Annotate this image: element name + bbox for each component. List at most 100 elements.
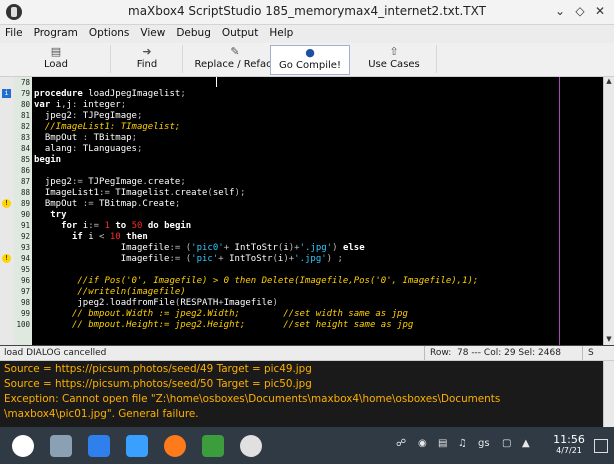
line-number: 80 (0, 100, 32, 110)
code-line: jpeg2:= TJPegImage.create; (44, 177, 186, 187)
code-line: for i:= 1 to 50 do begin (61, 221, 192, 231)
menu-debug[interactable]: Debug (171, 25, 217, 39)
output-scrollbar[interactable] (603, 361, 614, 427)
code-line: Imagefile:= ('pic'+ IntToStr(i)+'.jpg') … (120, 254, 343, 264)
clock[interactable]: 11:56 4/7/21 (549, 433, 589, 455)
code-area[interactable]: procedure loadJpegImagelist; var i,j: int… (32, 77, 604, 345)
code-line: //writeln(imagefile) (77, 287, 186, 297)
menu-view[interactable]: View (135, 25, 171, 39)
code-editor[interactable]: 78 79 i 80 81 82 83 84 85 86 87 88 89! 90 91 92 93 94! 95 9… (0, 77, 614, 346)
code-line: procedure loadJpegImagelist; (34, 89, 186, 99)
line-number-text: 89 (20, 199, 30, 208)
close-icon[interactable]: ✕ (592, 3, 608, 19)
restore-icon[interactable]: ◇ (572, 3, 588, 19)
menu-bar: File Program Options View Debug Output Help (0, 25, 614, 42)
taskbar: ☍ ◉ ▤ ♫ gs ▢ ▲ 11:56 4/7/21 (0, 427, 614, 464)
menu-options[interactable]: Options (84, 25, 136, 39)
line-number: 89! (0, 199, 32, 209)
line-number: 88 (0, 188, 32, 198)
clock-date: 4/7/21 (556, 446, 582, 455)
network-icon[interactable]: ☍ (396, 438, 406, 449)
line-number-text: 99 (20, 309, 30, 318)
chevron-down-icon[interactable]: ⌄ (552, 3, 568, 19)
line-number: 98 (0, 298, 32, 308)
output-line: Source = https://picsum.photos/seed/50 T… (4, 378, 312, 390)
clipboard-icon[interactable]: ▤ (438, 438, 447, 449)
load-icon: ▤ (50, 45, 62, 58)
line-number: 81 (0, 111, 32, 121)
update-icon[interactable]: ◉ (418, 438, 427, 449)
line-number: 94! (0, 254, 32, 264)
status-message: load DIALOG cancelled (4, 348, 107, 358)
code-line: if i < 10 then (71, 232, 148, 242)
line-number: 92 (0, 232, 32, 242)
line-number-text: 82 (20, 122, 30, 131)
load-button[interactable]: ▤ Load (2, 45, 111, 73)
discover-icon[interactable] (88, 435, 110, 457)
line-number-text: 86 (20, 166, 30, 175)
terminal-icon[interactable] (202, 435, 224, 457)
maxbox-icon[interactable] (240, 435, 262, 457)
keyboard-layout[interactable]: gs (478, 438, 490, 449)
warning-icon[interactable]: ! (2, 199, 11, 208)
code-line: Imagefile:= ('pic0'+ IntToStr(i)+'.jpg')… (120, 243, 365, 253)
menu-output[interactable]: Output (217, 25, 264, 39)
line-number: 82 (0, 122, 32, 132)
line-number: 97 (0, 287, 32, 297)
line-number-text: 95 (20, 265, 30, 274)
volume-icon[interactable]: ♫ (458, 438, 467, 449)
line-number-text: 80 (20, 100, 30, 109)
line-number-text: 92 (20, 232, 30, 241)
toolbar: ▤ Load ➜ Find ✎ Replace / Refact ● Go Co… (0, 43, 614, 77)
line-number: 100 (0, 320, 32, 330)
scroll-down-arrow-icon[interactable]: ▼ (604, 335, 614, 345)
kde-launcher-icon[interactable] (12, 435, 34, 457)
output-line: Source = https://picsum.photos/seed/49 T… (4, 363, 312, 375)
menu-help[interactable]: Help (264, 25, 299, 39)
info-icon[interactable]: i (2, 89, 11, 98)
line-number: 96 (0, 276, 32, 286)
code-line: begin (34, 155, 62, 165)
editor-scrollbar[interactable]: ▲ ▼ (603, 77, 614, 345)
scroll-up-arrow-icon[interactable]: ▲ (604, 77, 614, 87)
line-number: 87 (0, 177, 32, 187)
warning-icon[interactable]: ! (2, 254, 11, 263)
line-number-text: 79 (20, 89, 30, 98)
line-number-text: 90 (20, 210, 30, 219)
line-number: 85 (0, 155, 32, 165)
line-number-text: 84 (20, 144, 30, 153)
line-number-text: 85 (20, 155, 30, 164)
use-cases-button[interactable]: ⇧ Use Cases (352, 45, 437, 73)
line-number: 90 (0, 210, 32, 220)
line-number-text: 87 (20, 177, 30, 186)
code-line: ImageList1:= TImagelist.create(self); (44, 188, 246, 198)
show-desktop-icon[interactable] (594, 439, 608, 453)
display-icon[interactable]: ▢ (502, 438, 511, 449)
code-line: // bmpout.Height:= jpeg2.Height; //set h… (71, 320, 414, 330)
line-number-text: 88 (20, 188, 30, 197)
line-number: 91 (0, 221, 32, 231)
dolphin-icon[interactable] (126, 435, 148, 457)
go-compile-button[interactable]: ● Go Compile! (270, 45, 350, 75)
code-line: BmpOut : TBitmap; (44, 133, 137, 143)
menu-program[interactable]: Program (29, 25, 84, 39)
line-number-text: 91 (20, 221, 30, 230)
code-line: var i,j: integer; (34, 100, 127, 110)
output-console[interactable]: Source = https://picsum.photos/seed/49 T… (0, 361, 614, 427)
title-bar: maXbox4 ScriptStudio 185_memorymax4_inte… (0, 0, 614, 25)
text-cursor (216, 77, 217, 87)
line-number-text: 100 (16, 320, 30, 329)
tray-expand-icon[interactable]: ▲ (522, 438, 530, 449)
editor-gutter: 78 79 i 80 81 82 83 84 85 86 87 88 89! 90 91 92 93 94! 95 9… (0, 77, 32, 345)
window-title: maXbox4 ScriptStudio 185_memorymax4_inte… (128, 4, 486, 18)
firefox-icon[interactable] (164, 435, 186, 457)
line-number: 79 i (0, 89, 32, 99)
usecases-icon: ⇧ (389, 45, 399, 58)
output-line: \maxbox4\pic01.jpg". General failure. (4, 408, 199, 420)
panel-settings-icon[interactable] (50, 435, 72, 457)
menu-file[interactable]: File (0, 25, 29, 39)
clock-time: 11:56 (553, 433, 585, 446)
compile-icon: ● (305, 46, 315, 59)
find-button[interactable]: ➜ Find (112, 45, 183, 73)
line-number-text: 93 (20, 243, 30, 252)
